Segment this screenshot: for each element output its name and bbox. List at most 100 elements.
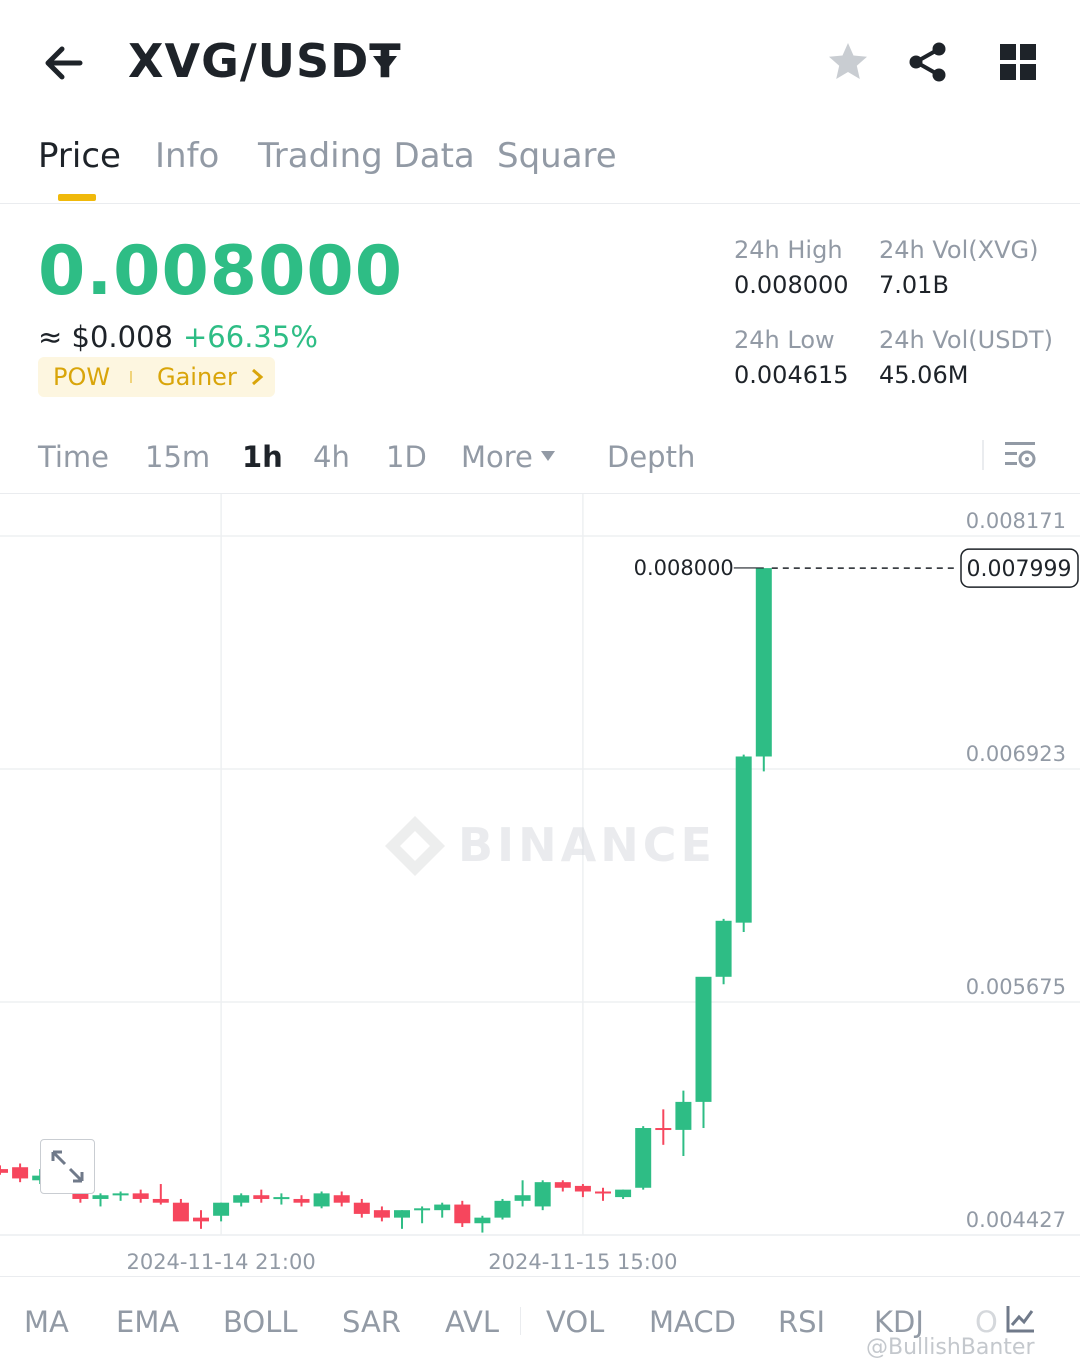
candle-body [414, 1208, 431, 1211]
candle-body [293, 1198, 310, 1203]
candle-body [675, 1101, 692, 1130]
indicator-vol[interactable]: VOL [546, 1305, 604, 1339]
candle-body [373, 1210, 390, 1218]
expand-icon [51, 1150, 84, 1183]
divider [520, 1307, 521, 1335]
candle-body [755, 568, 772, 757]
candle-body [112, 1193, 129, 1196]
tag-box[interactable]: POW Gainer [38, 357, 275, 397]
candle-body [574, 1185, 591, 1192]
active-tab-indicator [58, 194, 96, 201]
low-label: 24h Low [734, 326, 835, 354]
share-icon[interactable] [906, 40, 950, 84]
indicator-sar[interactable]: SAR [342, 1305, 401, 1339]
tab-trading-data[interactable]: Trading Data [258, 136, 475, 176]
candle-body [394, 1210, 410, 1218]
candle-body [735, 756, 752, 923]
candle-body [554, 1182, 571, 1188]
max-price-label: 0.008000 [634, 556, 734, 580]
change-percent: +66.35% [183, 320, 318, 354]
candle-body [92, 1195, 109, 1199]
star-icon[interactable] [826, 40, 870, 84]
indicator-avl[interactable]: AVL [445, 1305, 499, 1339]
caret-down-icon[interactable] [370, 52, 400, 76]
candle-body [434, 1204, 451, 1211]
interval-time[interactable]: Time [38, 440, 109, 474]
interval-1d[interactable]: 1D [386, 440, 427, 474]
vol-quote-label: 24h Vol(USDT) [879, 326, 1053, 354]
candle-body [0, 1169, 8, 1173]
x-tick-label: 2024-11-14 21:00 [126, 1250, 315, 1274]
candle-body [213, 1202, 230, 1216]
interval-1h[interactable]: 1h [242, 440, 283, 474]
interval-4h[interactable]: 4h [313, 440, 350, 474]
interval-15m[interactable]: 15m [145, 440, 210, 474]
candle-body [12, 1167, 29, 1179]
expand-chart-button[interactable] [40, 1139, 95, 1194]
vol-quote-value: 45.06M [879, 361, 969, 389]
candle-body [193, 1217, 209, 1222]
indicator-ema[interactable]: EMA [116, 1305, 179, 1339]
tag-separator [130, 371, 132, 383]
price-chart[interactable]: 0.008171 0.006923 0.005675 0.004427 BINANCE 0… [0, 494, 1080, 1276]
y-tick-label: 0.006923 [966, 742, 1066, 766]
tab-price[interactable]: Price [38, 136, 121, 176]
y-tick-label: 0.005675 [966, 975, 1066, 999]
tab-square[interactable]: Square [497, 136, 617, 176]
back-arrow-icon[interactable] [38, 38, 88, 88]
y-tick-label: 0.008171 [966, 509, 1066, 533]
binance-diamond-icon [385, 816, 445, 876]
last-price: 0.008000 [38, 232, 404, 311]
vol-base-value: 7.01B [879, 271, 949, 299]
candle-body [715, 920, 732, 977]
high-label: 24h High [734, 236, 843, 264]
indicator-boll[interactable]: BOLL [223, 1305, 298, 1339]
indicator-kdj[interactable]: KDJ [874, 1305, 924, 1339]
candle-body [132, 1193, 149, 1199]
fiat-price: ≈ $0.008 [38, 320, 173, 354]
pair-title[interactable]: XVG/USDT [128, 34, 402, 88]
candle-body [494, 1200, 511, 1218]
indicator-ma[interactable]: MA [24, 1305, 69, 1339]
candle-body [655, 1128, 672, 1131]
user-watermark: @BullishBanter [866, 1335, 1035, 1360]
candle-body [273, 1197, 290, 1200]
main-tabs: Price Info Trading Data Square [0, 120, 1080, 204]
interval-more[interactable]: More [461, 440, 533, 474]
fiat-line: ≈ $0.008 +66.35% [38, 320, 318, 354]
candle-body [233, 1195, 250, 1203]
grid-menu-icon[interactable] [996, 40, 1040, 84]
indicator-rsi[interactable]: RSI [778, 1305, 825, 1339]
binance-watermark-text: BINANCE [458, 818, 716, 872]
candle-body [474, 1217, 491, 1224]
tab-info[interactable]: Info [155, 136, 219, 176]
tag-pow: POW [53, 363, 111, 391]
candle-body [635, 1128, 652, 1188]
chart-line-icon[interactable] [1004, 1303, 1036, 1335]
candlestick-chart[interactable]: 0.008171 0.006923 0.005675 0.004427 BINANCE 0… [0, 494, 1080, 1276]
binance-logo-watermark [385, 816, 445, 876]
candle-body [695, 976, 712, 1102]
low-value: 0.004615 [734, 361, 849, 389]
candle-body [152, 1198, 169, 1203]
candle-body [454, 1204, 471, 1224]
vol-base-label: 24h Vol(XVG) [879, 236, 1039, 264]
chevron-right-icon [252, 368, 264, 386]
indicator-macd[interactable]: MACD [649, 1305, 736, 1339]
high-value: 0.008000 [734, 271, 849, 299]
candle-body [514, 1195, 531, 1201]
candle-body [253, 1195, 270, 1199]
candle-body [353, 1202, 370, 1214]
candle-body [172, 1202, 189, 1222]
indicator-obv-partial[interactable]: O [975, 1305, 998, 1339]
interval-bar: Time 15m 1h 4h 1D More Depth [0, 420, 1080, 494]
interval-depth[interactable]: Depth [607, 440, 695, 474]
candle-body [534, 1182, 551, 1207]
caret-down-icon[interactable] [540, 450, 556, 462]
current-price-label: 0.007999 [967, 557, 1072, 582]
top-header: XVG/USDT [0, 0, 1080, 120]
candle-body [615, 1189, 632, 1198]
tag-gainer: Gainer [157, 363, 237, 391]
x-tick-label: 2024-11-15 15:00 [488, 1250, 677, 1274]
chart-settings-icon[interactable] [1002, 436, 1038, 472]
